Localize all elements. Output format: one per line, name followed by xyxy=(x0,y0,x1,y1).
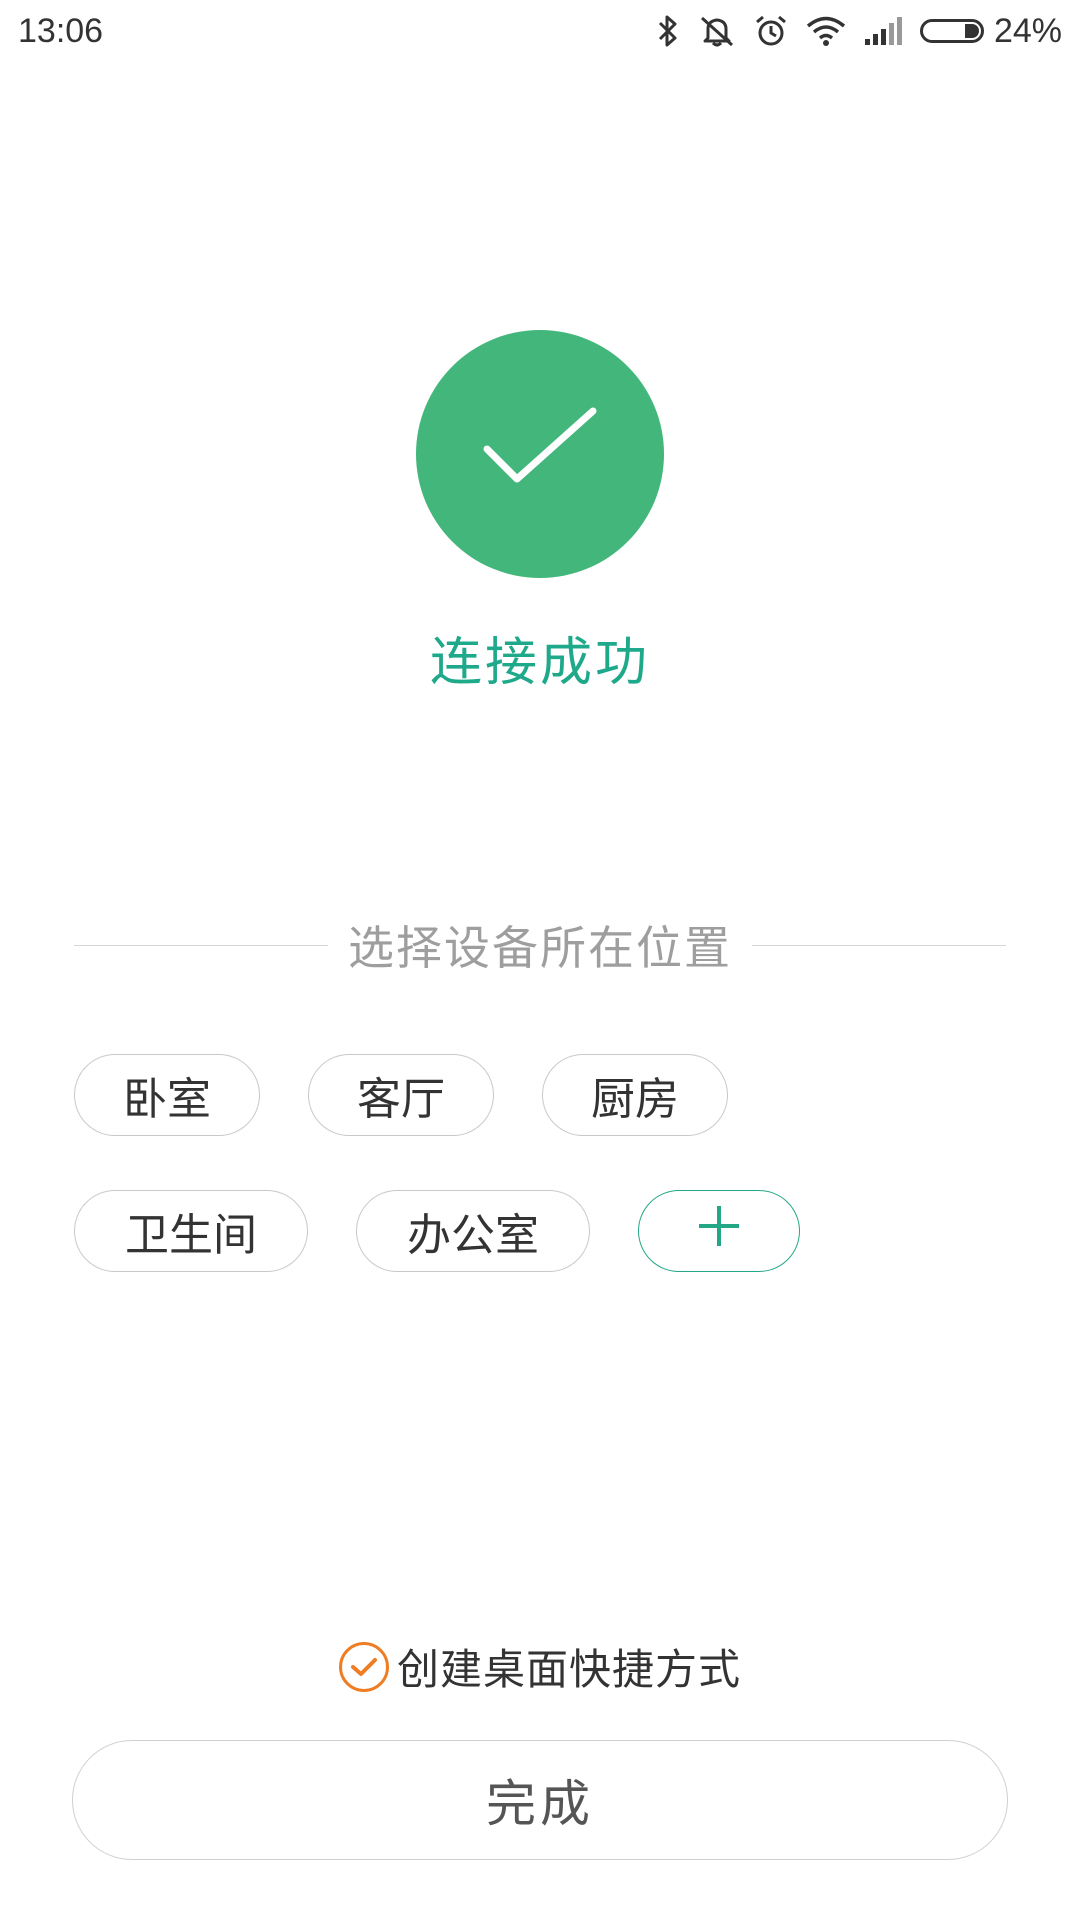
status-time: 13:06 xyxy=(18,11,104,50)
status-bar: 13:06 24% xyxy=(0,0,1080,62)
success-badge xyxy=(416,330,664,578)
divider-right xyxy=(752,944,1006,946)
alarm-icon xyxy=(754,14,788,48)
wifi-icon xyxy=(806,15,846,47)
location-heading: 选择设备所在位置 xyxy=(348,921,732,975)
location-section-heading: 选择设备所在位置 xyxy=(74,915,1006,975)
mute-icon xyxy=(698,14,736,48)
room-chip-kitchen[interactable]: 厨房 xyxy=(542,1054,728,1136)
room-chip-bathroom[interactable]: 卫生间 xyxy=(74,1190,308,1272)
room-chip-living-room[interactable]: 客厅 xyxy=(308,1054,494,1136)
checkmark-icon xyxy=(350,1657,377,1676)
room-chip-office[interactable]: 办公室 xyxy=(356,1190,590,1272)
signal-icon xyxy=(864,15,902,47)
status-icons: 24% xyxy=(656,12,1062,51)
shortcut-label: 创建桌面快捷方式 xyxy=(396,1645,741,1694)
shortcut-checkbox[interactable] xyxy=(338,1641,389,1692)
add-room-button[interactable] xyxy=(638,1190,800,1272)
bluetooth-icon xyxy=(656,14,680,48)
room-row-2: 卫生间 办公室 xyxy=(74,1190,1014,1272)
room-chips: 卧室 客厅 厨房 卫生间 办公室 xyxy=(74,1054,1014,1326)
check-icon xyxy=(475,407,605,501)
create-shortcut-option[interactable]: 创建桌面快捷方式 xyxy=(0,1636,1080,1697)
success-title: 连接成功 xyxy=(429,633,650,693)
battery-icon xyxy=(919,19,984,43)
divider-left xyxy=(74,944,328,946)
battery-indicator: 24% xyxy=(919,11,1062,51)
plus-icon xyxy=(697,1204,741,1259)
battery-percent: 24% xyxy=(993,11,1062,50)
room-chip-bedroom[interactable]: 卧室 xyxy=(74,1054,260,1136)
done-button[interactable]: 完成 xyxy=(72,1740,1008,1860)
room-row-1: 卧室 客厅 厨房 xyxy=(74,1054,1014,1136)
